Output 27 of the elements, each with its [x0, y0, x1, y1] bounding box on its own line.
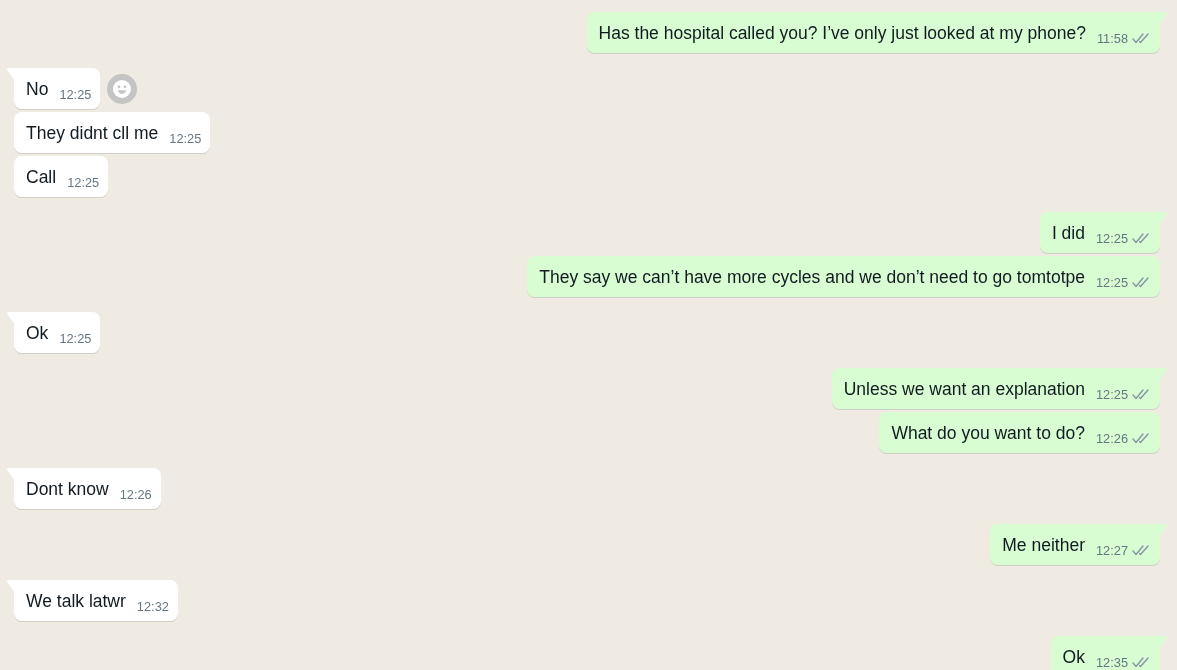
message-time: 12:32: [136, 599, 169, 614]
message-time: 11:58: [1096, 31, 1128, 46]
message-text: Has the hospital called you? I’ve only just looked at my phone?: [598, 22, 1086, 45]
message-text: Ok: [1062, 646, 1085, 669]
message-text: They say we can’t have more cycles and we don’t need to go tomtotpe: [539, 266, 1085, 289]
message-text: Ok: [26, 322, 49, 345]
message-text: We talk latwr: [26, 590, 126, 613]
message-text: Me neither: [1002, 534, 1085, 557]
smiley-icon[interactable]: [107, 73, 138, 104]
message-time: 12:25: [59, 87, 92, 102]
message-text: What do you want to do?: [891, 422, 1085, 445]
message-time: 12:25: [67, 175, 100, 190]
message-time: 12:25: [59, 331, 92, 346]
message-text: Dont know: [26, 478, 109, 501]
message-time: 12:25: [1095, 231, 1128, 246]
message-time: 12:26: [1095, 431, 1128, 446]
message-text: Call: [26, 166, 57, 189]
message-time: 12:25: [169, 131, 202, 146]
message-time: 12:26: [119, 487, 152, 502]
message-time: 12:25: [1095, 387, 1128, 402]
message-text: Unless we want an explanation: [843, 378, 1085, 401]
message-text: They didnt cll me: [26, 122, 159, 145]
message-text: I did: [1051, 222, 1085, 245]
message-time: 12:25: [1095, 275, 1128, 290]
message-text: No: [26, 78, 49, 101]
message-time: 12:27: [1095, 543, 1128, 558]
message-time: 12:35: [1095, 655, 1128, 670]
